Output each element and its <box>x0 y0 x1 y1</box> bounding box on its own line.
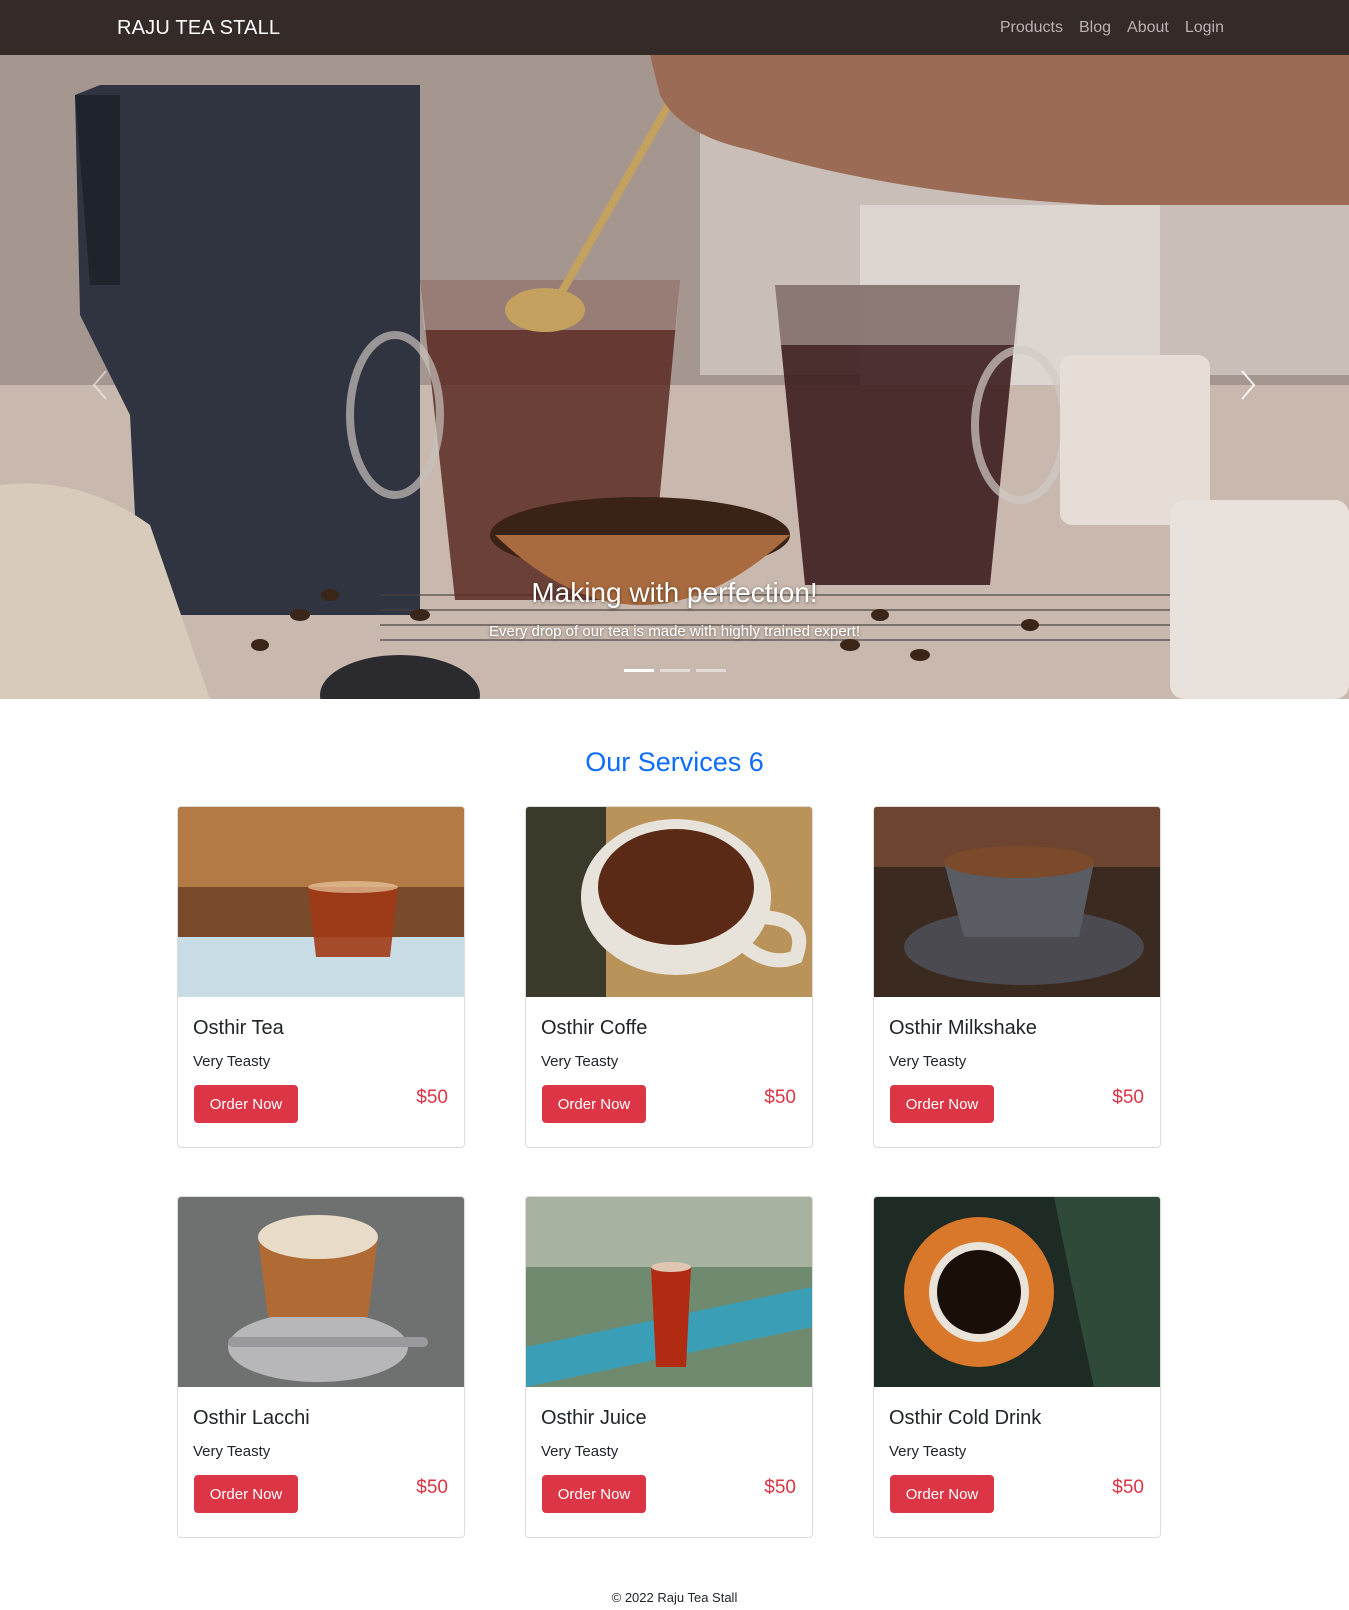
order-now-button[interactable]: Order Now <box>542 1475 646 1513</box>
card-title: Osthir Cold Drink <box>889 1407 1042 1429</box>
card-price: $50 <box>764 1477 796 1498</box>
card-title: Osthir Milkshake <box>889 1017 1037 1039</box>
card-image <box>526 807 812 997</box>
nav-link-login[interactable]: Login <box>1185 19 1224 37</box>
card-price: $50 <box>1112 1477 1144 1498</box>
carousel-caption-title: Making with perfection! <box>531 577 818 608</box>
service-card: Osthir Lacchi Very Teasty Order Now $50 <box>177 1196 465 1538</box>
nav-link-about[interactable]: About <box>1127 19 1169 37</box>
card-title: Osthir Lacchi <box>193 1407 310 1429</box>
card-price: $50 <box>764 1087 796 1108</box>
card-price: $50 <box>416 1477 448 1498</box>
service-card: Osthir Cold Drink Very Teasty Order Now … <box>873 1196 1161 1538</box>
order-now-button[interactable]: Order Now <box>890 1475 994 1513</box>
nav-link-blog[interactable]: Blog <box>1079 19 1111 37</box>
chevron-left-icon <box>92 370 107 400</box>
carousel-indicators <box>624 669 726 672</box>
card-text: Very Teasty <box>193 1443 271 1460</box>
nav-links: Products Blog About Login <box>1000 19 1224 37</box>
order-now-button[interactable]: Order Now <box>542 1085 646 1123</box>
footer-copyright: © 2022 Raju Tea Stall <box>611 1590 738 1605</box>
carousel-caption-text: Every drop of our tea is made with highl… <box>488 623 861 640</box>
order-now-button[interactable]: Order Now <box>890 1085 994 1123</box>
card-image <box>526 1197 812 1387</box>
card-text: Very Teasty <box>889 1053 967 1070</box>
card-price: $50 <box>1112 1087 1144 1108</box>
brand-logo[interactable]: RAJU TEA STALL <box>117 17 280 40</box>
card-text: Very Teasty <box>541 1053 619 1070</box>
card-title: Osthir Juice <box>541 1407 647 1429</box>
card-image <box>874 1197 1160 1387</box>
card-image <box>178 1197 464 1387</box>
card-image <box>178 807 464 997</box>
chevron-right-icon <box>1241 370 1256 400</box>
carousel-indicator-3[interactable] <box>696 669 726 672</box>
card-title: Osthir Tea <box>193 1017 284 1039</box>
carousel-prev-button[interactable] <box>80 355 120 415</box>
navbar: RAJU TEA STALL Products Blog About Login <box>0 0 1349 55</box>
service-card: Osthir Juice Very Teasty Order Now $50 <box>525 1196 813 1538</box>
order-now-button[interactable]: Order Now <box>194 1475 298 1513</box>
service-card: Osthir Milkshake Very Teasty Order Now $… <box>873 806 1161 1148</box>
service-card: Osthir Coffe Very Teasty Order Now $50 <box>525 806 813 1148</box>
card-title: Osthir Coffe <box>541 1017 648 1039</box>
services-title: Our Services 6 <box>585 747 764 777</box>
carousel-next-button[interactable] <box>1228 355 1268 415</box>
nav-link-products[interactable]: Products <box>1000 19 1063 37</box>
card-image <box>874 807 1160 997</box>
carousel-indicator-2[interactable] <box>660 669 690 672</box>
card-text: Very Teasty <box>541 1443 619 1460</box>
hero-carousel: Making with perfection! Every drop of ou… <box>0 55 1349 699</box>
service-card: Osthir Tea Very Teasty Order Now $50 <box>177 806 465 1148</box>
card-text: Very Teasty <box>889 1443 967 1460</box>
carousel-indicator-1[interactable] <box>624 669 654 672</box>
card-text: Very Teasty <box>193 1053 271 1070</box>
card-price: $50 <box>416 1087 448 1108</box>
order-now-button[interactable]: Order Now <box>194 1085 298 1123</box>
